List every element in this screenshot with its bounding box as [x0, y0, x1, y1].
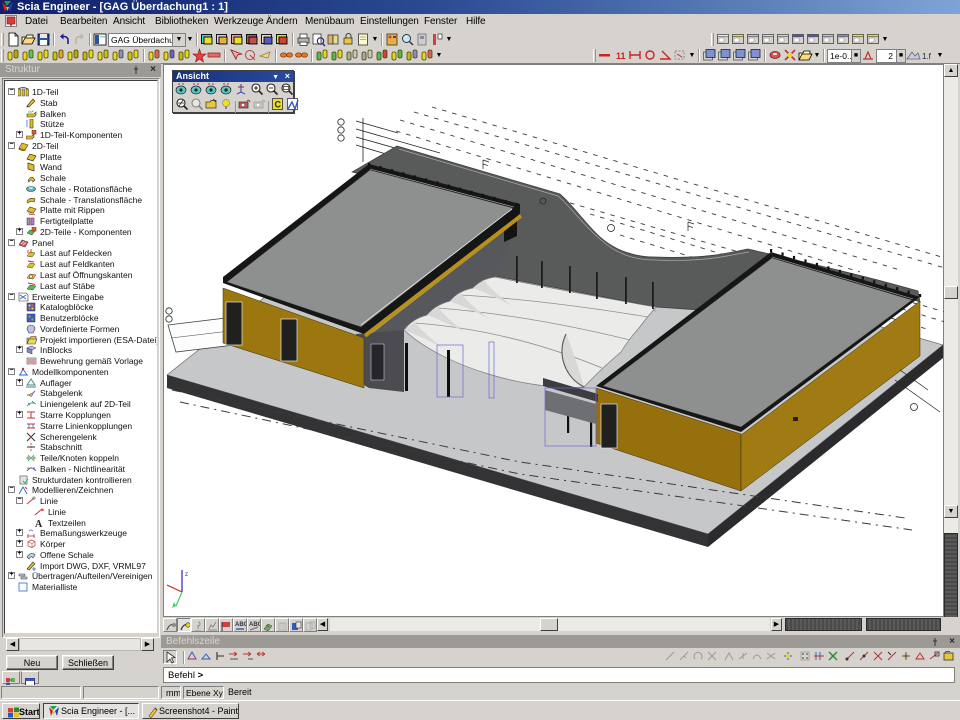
svg-text:ABC: ABC — [235, 622, 246, 628]
svg-text:z: z — [185, 572, 188, 578]
svg-text:1.f: 1.f — [922, 52, 932, 61]
svg-text:ABC: ABC — [249, 622, 260, 628]
svg-text:A: A — [35, 519, 43, 528]
svg-text:11: 11 — [616, 51, 626, 61]
svg-text:C: C — [275, 100, 282, 110]
